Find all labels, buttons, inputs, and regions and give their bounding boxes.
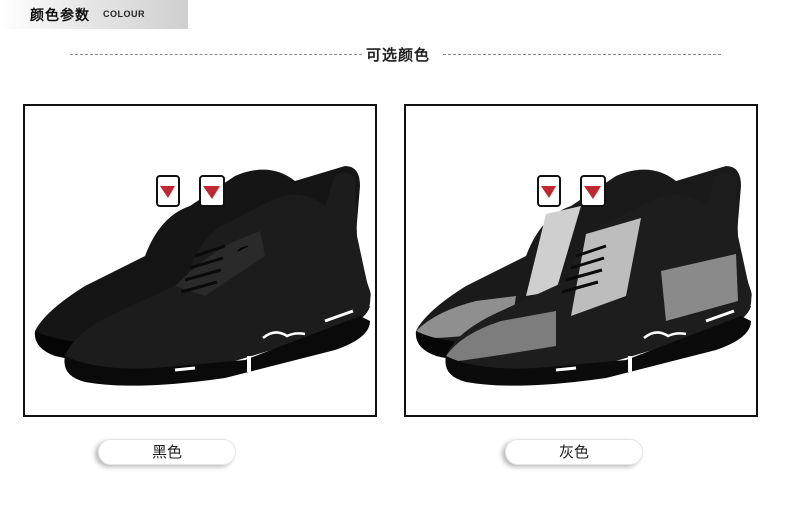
color-option-black-label[interactable]: 黑色 <box>98 439 236 465</box>
color-option-grey-image[interactable] <box>404 104 758 417</box>
color-option-grey-label[interactable]: 灰色 <box>505 439 643 465</box>
section-header: 颜色参数 COLOUR <box>0 0 188 29</box>
divider-left <box>70 54 362 55</box>
available-colors-title: 可选颜色 <box>366 46 431 64</box>
section-header-subtitle: COLOUR <box>103 9 145 19</box>
color-option-black-image[interactable] <box>23 104 377 417</box>
black-sneakers-illustration <box>34 166 371 386</box>
section-header-title: 颜色参数 <box>30 8 90 24</box>
grey-sneakers-illustration <box>415 166 752 386</box>
divider-right <box>443 54 721 55</box>
